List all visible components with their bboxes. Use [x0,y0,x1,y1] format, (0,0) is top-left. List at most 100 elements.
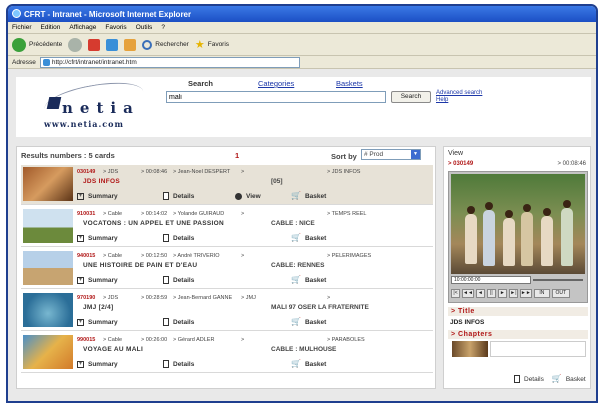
summary-button[interactable]: + Summary [77,276,163,284]
plus-icon: + [77,318,84,326]
chapter-thumbnail[interactable] [452,341,488,357]
timecode-field[interactable]: 10:00:00:00 [451,276,531,284]
basket-button[interactable]: 🛒 Basket [291,360,326,368]
summary-button[interactable]: + Summary [77,360,163,368]
details-button[interactable]: Details [163,318,291,326]
sort-select[interactable]: # Prod ▼ [361,149,421,160]
card-id: 910031 [77,211,96,217]
summary-button[interactable]: + Summary [77,192,163,200]
menu-favorites[interactable]: Favoris [105,24,126,31]
card-col6: > [327,295,331,301]
search-toolbar-button[interactable]: Rechercher [142,39,189,50]
card-duration: > 00:26:00 [141,337,168,343]
result-card[interactable]: 970190 > JDS > 00:28:59 > Jean-Bernard G… [21,291,433,331]
rewind-button[interactable]: ◄◄ [462,289,474,298]
address-field[interactable]: http://cfrt/intranet/intranet.htm [39,56,300,68]
view-basket-button[interactable]: 🛒 Basket [552,375,586,383]
card-thumbnail[interactable] [23,251,73,285]
sort-value: # Prod [364,151,384,158]
card-thumbnail[interactable] [23,335,73,369]
stop-icon[interactable] [88,38,101,51]
plus-icon: + [77,360,84,368]
nav-baskets[interactable]: Baskets [336,79,363,88]
result-card[interactable]: 990015 > Cable > 00:26:00 > Gérard ADLER… [21,333,433,373]
summary-label: Summary [88,276,118,284]
details-button[interactable]: Details [163,234,291,242]
go-start-button[interactable]: |< [451,289,460,298]
card-thumbnail[interactable] [23,293,73,327]
search-button[interactable]: Search [391,91,431,103]
details-label: Details [173,276,195,284]
view-duration: > 00:08:46 [557,161,586,167]
card-title: VOYAGE AU MALI [83,346,144,353]
sort-label: Sort by [331,152,357,161]
search-input[interactable] [166,91,386,103]
video-frame[interactable] [451,174,585,274]
card-title: JDS INFOS [83,178,121,185]
result-card[interactable]: 940015 > Cable > 00:12:50 > André TRIVER… [21,249,433,289]
cart-icon: 🛒 [291,233,301,242]
menu-edit[interactable]: Edition [41,24,61,31]
card-extra: CABLE : NICE [271,220,315,227]
help-link[interactable]: Help [436,97,482,104]
menu-tools[interactable]: Outils [136,24,153,31]
view-details-button[interactable]: Details [514,375,544,383]
browser-window: CFRT - Intranet - Microsoft Internet Exp… [6,4,598,403]
eye-icon [235,192,242,200]
refresh-icon[interactable] [106,38,119,51]
result-card[interactable]: 030149 > JDS > 00:08:46 > Jean-Noel DESP… [21,165,433,205]
card-meta: 990015 > Cable > 00:26:00 > Gérard ADLER… [77,335,431,345]
card-meta: 940015 > Cable > 00:12:50 > André TRIVER… [77,251,431,261]
advanced-search-link[interactable]: Advanced search [436,90,482,97]
address-value: http://cfrt/intranet/intranet.htm [51,58,137,66]
mark-in-button[interactable]: IN [533,289,550,298]
card-id: 990015 [77,337,96,343]
menu-help[interactable]: ? [161,24,165,31]
view-button[interactable]: View [235,192,291,200]
card-thumbnail[interactable] [23,209,73,243]
basket-button[interactable]: 🛒 Basket [291,318,326,326]
page-icon [42,58,50,66]
main-nav: Search Categories Baskets [188,79,363,88]
back-button[interactable]: Précédente [12,37,62,52]
basket-button[interactable]: 🛒 Basket [291,192,326,200]
basket-button[interactable]: 🛒 Basket [291,234,326,242]
fast-forward-button[interactable]: ►► [519,289,532,298]
plus-icon: + [77,192,84,200]
details-button[interactable]: Details [163,276,291,284]
details-button[interactable]: Details [163,360,291,368]
summary-label: Summary [88,318,118,326]
scrub-bar[interactable] [533,279,583,281]
page-number[interactable]: 1 [235,151,239,160]
view-footer: Details 🛒 Basket [514,375,586,383]
summary-button[interactable]: + Summary [77,318,163,326]
favorites-button[interactable]: ★ Favoris [195,38,229,51]
details-button[interactable]: Details [163,192,235,200]
play-button[interactable]: ► [497,289,507,298]
card-thumbnail[interactable] [23,167,73,201]
mark-out-button[interactable]: OUT [551,289,570,298]
menu-file[interactable]: Fichier [12,24,32,31]
card-actions: + Summary Details 🛒 Basket [77,275,431,285]
result-card[interactable]: 910031 > Cable > 00:14:02 > Yolande GUIR… [21,207,433,247]
title-section[interactable]: > Title [448,307,588,316]
card-author: > Jean-Bernard GANNE [173,295,233,301]
home-icon[interactable] [124,38,137,51]
basket-label: Basket [304,234,327,242]
menu-view[interactable]: Affichage [69,24,96,31]
card-col5: > [241,337,245,343]
view-basket-label: Basket [565,375,586,383]
cart-icon: 🛒 [291,317,301,326]
step-back-button[interactable]: ◄ [475,289,485,298]
netia-logo: netia www.netia.com [34,76,154,133]
card-source: > JDS [103,295,119,301]
address-bar: Adresse http://cfrt/intranet/intranet.ht… [8,56,596,69]
chapters-section[interactable]: > Chapters [448,330,588,339]
forward-button[interactable] [68,37,83,52]
nav-categories[interactable]: Categories [258,79,336,88]
basket-button[interactable]: 🛒 Basket [291,276,326,284]
go-end-button[interactable]: ►| [508,289,518,298]
pause-button[interactable]: || [486,289,496,298]
summary-button[interactable]: + Summary [77,234,163,242]
card-id: 940015 [77,253,96,259]
